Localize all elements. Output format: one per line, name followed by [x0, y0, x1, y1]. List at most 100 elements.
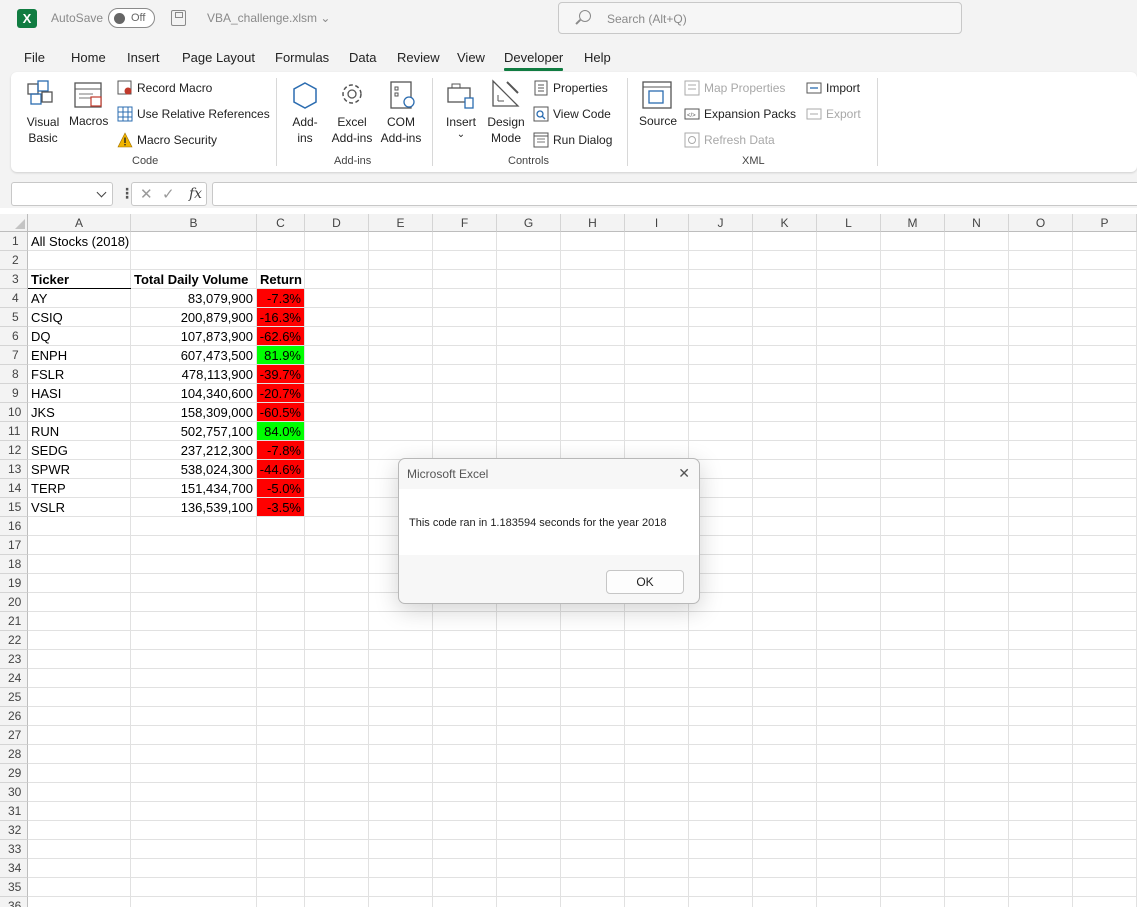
export-button[interactable]: Export [826, 107, 861, 121]
volume-cell[interactable]: 200,879,900 [131, 308, 256, 327]
ticker-cell[interactable]: SEDG [31, 441, 130, 460]
column-header-d[interactable]: D [305, 214, 369, 232]
row-header-19[interactable]: 19 [0, 574, 28, 593]
row-header-5[interactable]: 5 [0, 308, 28, 327]
column-header-g[interactable]: G [497, 214, 561, 232]
column-header-n[interactable]: N [945, 214, 1009, 232]
row-header-4[interactable]: 4 [0, 289, 28, 308]
volume-cell[interactable]: 158,309,000 [131, 403, 256, 422]
row-header-22[interactable]: 22 [0, 631, 28, 650]
row-header-10[interactable]: 10 [0, 403, 28, 422]
ticker-cell[interactable]: DQ [31, 327, 130, 346]
column-header-j[interactable]: J [689, 214, 753, 232]
row-header-12[interactable]: 12 [0, 441, 28, 460]
return-cell[interactable]: 84.0% [257, 422, 304, 440]
row-header-34[interactable]: 34 [0, 859, 28, 878]
return-cell[interactable]: -62.6% [257, 327, 304, 345]
row-header-2[interactable]: 2 [0, 251, 28, 270]
ticker-cell[interactable]: AY [31, 289, 130, 308]
row-header-3[interactable]: 3 [0, 270, 28, 289]
select-all-button[interactable] [0, 214, 28, 232]
column-header-b[interactable]: B [131, 214, 257, 232]
header-return[interactable]: Return [260, 270, 304, 289]
insert-controls-button[interactable]: Insert ⌄ [443, 114, 479, 140]
map-properties-button[interactable]: Map Properties [704, 81, 785, 95]
row-header-23[interactable]: 23 [0, 650, 28, 669]
column-header-k[interactable]: K [753, 214, 817, 232]
column-header-m[interactable]: M [881, 214, 945, 232]
run-dialog-button[interactable]: Run Dialog [553, 133, 612, 147]
column-header-l[interactable]: L [817, 214, 881, 232]
macros-button[interactable]: Macros [69, 114, 108, 128]
xml-source-button[interactable]: Source [639, 114, 677, 128]
cancel-icon[interactable]: ✕ [140, 185, 153, 203]
column-header-a[interactable]: A [28, 214, 131, 232]
add-ins-button[interactable]: Add- ins [289, 114, 321, 146]
com-add-ins-button[interactable]: COM Add-ins [378, 114, 424, 146]
row-header-36[interactable]: 36 [0, 897, 28, 907]
column-header-h[interactable]: H [561, 214, 625, 232]
ticker-cell[interactable]: RUN [31, 422, 130, 441]
volume-cell[interactable]: 237,212,300 [131, 441, 256, 460]
ticker-cell[interactable]: VSLR [31, 498, 130, 517]
row-header-18[interactable]: 18 [0, 555, 28, 574]
tab-review[interactable]: Review [397, 50, 440, 65]
save-icon[interactable] [171, 10, 186, 26]
volume-cell[interactable]: 107,873,900 [131, 327, 256, 346]
row-header-9[interactable]: 9 [0, 384, 28, 403]
row-header-8[interactable]: 8 [0, 365, 28, 384]
relative-references-button[interactable]: Use Relative References [137, 107, 270, 121]
return-cell[interactable]: -16.3% [257, 308, 304, 326]
file-name[interactable]: VBA_challenge.xlsm ⌄ [207, 11, 330, 25]
tab-insert[interactable]: Insert [127, 50, 160, 65]
ticker-cell[interactable]: JKS [31, 403, 130, 422]
ticker-cell[interactable]: ENPH [31, 346, 130, 365]
row-header-7[interactable]: 7 [0, 346, 28, 365]
ticker-cell[interactable]: SPWR [31, 460, 130, 479]
row-header-31[interactable]: 31 [0, 802, 28, 821]
tab-data[interactable]: Data [349, 50, 376, 65]
return-cell[interactable]: 81.9% [257, 346, 304, 364]
row-header-13[interactable]: 13 [0, 460, 28, 479]
name-box[interactable] [11, 182, 113, 206]
row-header-28[interactable]: 28 [0, 745, 28, 764]
insert-function-button[interactable]: fx [189, 186, 202, 202]
column-header-o[interactable]: O [1009, 214, 1073, 232]
return-cell[interactable]: -7.3% [257, 289, 304, 307]
tab-developer[interactable]: Developer [504, 50, 564, 71]
row-header-1[interactable]: 1 [0, 232, 28, 251]
refresh-data-button[interactable]: Refresh Data [704, 133, 775, 147]
row-header-15[interactable]: 15 [0, 498, 28, 517]
row-header-35[interactable]: 35 [0, 878, 28, 897]
ticker-cell[interactable]: CSIQ [31, 308, 130, 327]
column-header-c[interactable]: C [257, 214, 305, 232]
volume-cell[interactable]: 136,539,100 [131, 498, 256, 517]
row-header-30[interactable]: 30 [0, 783, 28, 802]
view-code-button[interactable]: View Code [553, 107, 611, 121]
volume-cell[interactable]: 104,340,600 [131, 384, 256, 403]
column-header-p[interactable]: P [1073, 214, 1137, 232]
volume-cell[interactable]: 83,079,900 [131, 289, 256, 308]
tab-view[interactable]: View [457, 50, 485, 65]
excel-add-ins-button[interactable]: Excel Add-ins [329, 114, 375, 146]
macro-security-button[interactable]: Macro Security [137, 133, 217, 147]
return-cell[interactable]: -3.5% [257, 498, 304, 516]
row-header-11[interactable]: 11 [0, 422, 28, 441]
volume-cell[interactable]: 478,113,900 [131, 365, 256, 384]
row-header-16[interactable]: 16 [0, 517, 28, 536]
row-header-24[interactable]: 24 [0, 669, 28, 688]
row-header-32[interactable]: 32 [0, 821, 28, 840]
formula-input[interactable] [212, 182, 1137, 206]
ticker-cell[interactable]: TERP [31, 479, 130, 498]
import-button[interactable]: Import [826, 81, 860, 95]
header-total-daily-volume[interactable]: Total Daily Volume [134, 270, 256, 289]
column-header-i[interactable]: I [625, 214, 689, 232]
close-icon[interactable]: ✕ [678, 465, 690, 482]
record-macro-button[interactable]: Record Macro [137, 81, 212, 95]
ticker-cell[interactable]: HASI [31, 384, 130, 403]
tab-help[interactable]: Help [584, 50, 611, 65]
volume-cell[interactable]: 502,757,100 [131, 422, 256, 441]
row-header-33[interactable]: 33 [0, 840, 28, 859]
enter-check-icon[interactable]: ✓ [162, 185, 175, 203]
tab-file[interactable]: File [24, 50, 45, 65]
